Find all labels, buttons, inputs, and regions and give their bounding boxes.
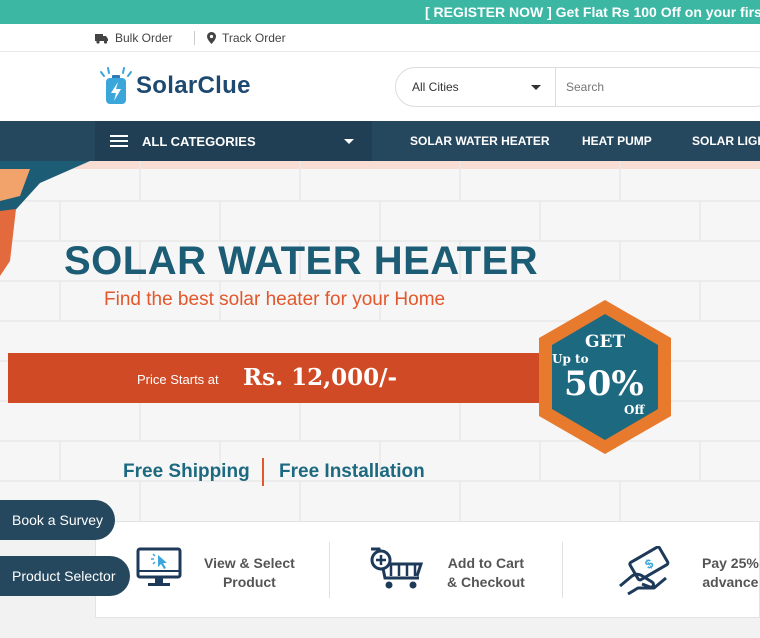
search-input[interactable] xyxy=(556,68,756,106)
bulk-order-link[interactable]: Bulk Order xyxy=(95,31,172,45)
site-logo[interactable]: SolarClue xyxy=(100,66,251,106)
city-select-value: All Cities xyxy=(412,80,459,94)
chevron-down-icon xyxy=(344,139,354,144)
hamburger-icon xyxy=(110,132,128,150)
logo-text: SolarClue xyxy=(136,72,251,99)
how-it-works: View & Select Product Add to Cart & Chec… xyxy=(95,521,760,618)
free-shipping: Free Shipping xyxy=(123,461,250,482)
monitor-cursor-icon xyxy=(136,547,182,586)
promo-banner[interactable]: [ REGISTER NOW ] Get Flat Rs 100 Off on … xyxy=(0,0,760,24)
free-installation: Free Installation xyxy=(279,461,425,482)
city-select[interactable]: All Cities xyxy=(396,68,556,106)
price-label: Price Starts at xyxy=(137,372,219,387)
all-categories-button[interactable]: ALL CATEGORIES xyxy=(95,121,372,161)
search-bar: All Cities xyxy=(395,67,760,107)
nav-link-heat-pump[interactable]: HEAT PUMP xyxy=(582,134,652,148)
product-selector-button[interactable]: Product Selector xyxy=(0,556,130,596)
topbar-divider xyxy=(194,31,195,45)
map-pin-icon xyxy=(207,32,216,44)
nav-link-solar-water-heater[interactable]: SOLAR WATER HEATER xyxy=(410,134,550,148)
track-order-label: Track Order xyxy=(222,31,286,45)
promo-text[interactable]: [ REGISTER NOW ] Get Flat Rs 100 Off on … xyxy=(425,4,760,20)
badge-off: Off xyxy=(624,403,645,417)
step-label: Pay 25% advance xyxy=(702,555,759,590)
badge-get: GET xyxy=(585,332,626,352)
site-header: SolarClue All Cities xyxy=(0,52,760,121)
banner-title: SOLAR WATER HEATER xyxy=(64,239,539,283)
all-categories-label: ALL CATEGORIES xyxy=(142,133,256,149)
chevron-down-icon xyxy=(531,84,541,90)
top-bar: Bulk Order Track Order xyxy=(0,24,760,52)
step-label: View & Select Product xyxy=(204,555,295,590)
main-nav: ALL CATEGORIES SOLAR WATER HEATER HEAT P… xyxy=(0,121,760,161)
price-value: Rs. 12,000/- xyxy=(243,364,398,391)
solar-battery-logo-icon xyxy=(100,67,132,104)
truck-icon xyxy=(95,33,108,44)
hero-banner[interactable]: SOLAR WATER HEATER Find the best solar h… xyxy=(0,161,760,521)
svg-text:$: $ xyxy=(642,555,656,572)
step-add-cart: Add to Cart & Checkout xyxy=(329,522,562,619)
banner-subtitle: Find the best solar heater for your Home xyxy=(104,289,446,310)
nav-link-solar-lights[interactable]: SOLAR LIGHTS xyxy=(692,134,760,148)
discount-badge: GET Up to 50% Off xyxy=(530,298,680,463)
book-survey-button[interactable]: Book a Survey xyxy=(0,500,115,540)
hand-cash-icon: $ xyxy=(619,546,670,596)
badge-percent: 50% xyxy=(564,364,644,404)
step-pay-advance: $ Pay 25% advance xyxy=(562,522,760,619)
cart-add-icon xyxy=(370,547,424,589)
track-order-link[interactable]: Track Order xyxy=(207,31,286,45)
product-selector-label: Product Selector xyxy=(12,568,116,584)
free-divider xyxy=(262,458,264,486)
step-view-select: View & Select Product xyxy=(96,522,329,619)
step-label: Add to Cart & Checkout xyxy=(447,555,525,590)
bulk-order-label: Bulk Order xyxy=(115,31,173,45)
book-survey-label: Book a Survey xyxy=(12,512,104,528)
